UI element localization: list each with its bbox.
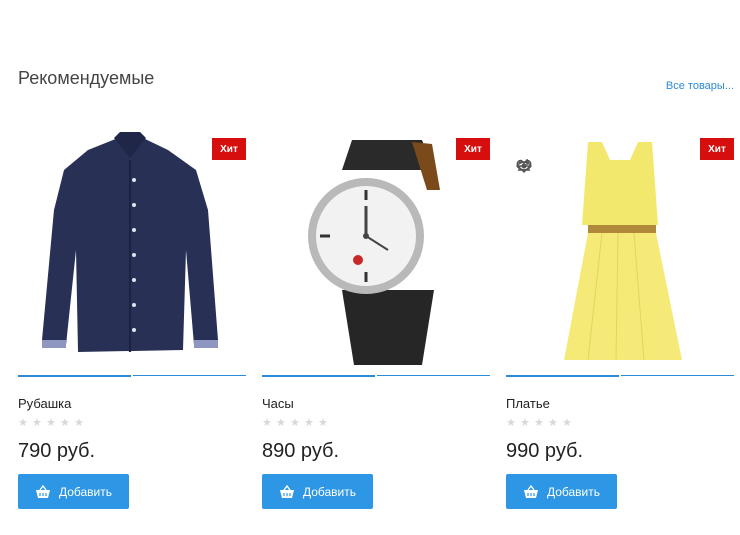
pager-segment[interactable]: [506, 375, 619, 377]
product-card-shirt[interactable]: Хит Рубашка ★ ★ ★ ★ ★ 790 руб. Добавить: [18, 130, 246, 520]
add-to-cart-button[interactable]: Добавить: [506, 474, 617, 509]
add-to-cart-label: Добавить: [546, 484, 601, 499]
all-products-link[interactable]: Все товары...: [666, 80, 734, 92]
star-icon: ★: [74, 417, 84, 429]
rating-stars: ★ ★ ★ ★ ★: [18, 418, 85, 429]
add-to-cart-button[interactable]: Добавить: [262, 474, 373, 509]
star-icon: ★: [548, 417, 558, 429]
star-icon: ★: [262, 417, 272, 429]
product-name[interactable]: Рубашка: [18, 396, 71, 411]
star-icon: ★: [276, 417, 286, 429]
star-icon: ★: [506, 417, 516, 429]
watch-image: [308, 140, 440, 365]
product-price: 790 руб.: [18, 440, 96, 462]
product-card-dress[interactable]: Хит Платье ★ ★ ★ ★ ★ 990 руб. Добавить: [506, 130, 734, 520]
pager-segment[interactable]: [377, 375, 490, 376]
add-to-cart-label: Добавить: [58, 484, 113, 499]
image-pager[interactable]: [506, 375, 734, 377]
product-image-dress[interactable]: Хит: [506, 130, 734, 370]
product-name[interactable]: Часы: [262, 396, 294, 411]
dress-image: [564, 142, 682, 361]
product-price: 990 руб.: [506, 440, 584, 462]
star-icon: ★: [60, 417, 70, 429]
hit-badge: Хит: [700, 138, 734, 160]
product-image-shirt[interactable]: Хит: [18, 130, 246, 370]
hit-badge: Хит: [212, 138, 246, 160]
shirt-image: [42, 132, 218, 352]
star-icon: ★: [520, 417, 530, 429]
star-icon: ★: [534, 417, 544, 429]
product-image-watch[interactable]: Хит: [262, 130, 490, 370]
basket-icon: [279, 484, 294, 498]
section-title: Рекомендуемые: [18, 68, 155, 88]
star-icon: ★: [46, 417, 56, 429]
basket-icon: [35, 484, 50, 498]
add-to-cart-label: Добавить: [302, 484, 357, 499]
hit-badge: Хит: [456, 138, 490, 160]
eye-icon[interactable]: [516, 158, 532, 174]
pager-segment[interactable]: [133, 375, 246, 376]
image-pager[interactable]: [18, 375, 246, 377]
star-icon: ★: [32, 417, 42, 429]
star-icon: ★: [562, 417, 572, 429]
image-pager[interactable]: [262, 375, 490, 377]
add-to-cart-button[interactable]: Добавить: [18, 474, 129, 509]
product-name[interactable]: Платье: [506, 396, 550, 411]
product-price: 890 руб.: [262, 440, 340, 462]
basket-icon: [523, 484, 538, 498]
star-icon: ★: [318, 417, 328, 429]
star-icon: ★: [304, 417, 314, 429]
star-icon: ★: [290, 417, 300, 429]
product-card-watch[interactable]: Хит Часы ★ ★ ★ ★ ★ 890 руб. Добавить: [262, 130, 490, 520]
star-icon: ★: [18, 417, 28, 429]
pager-segment[interactable]: [262, 375, 375, 377]
rating-stars: ★ ★ ★ ★ ★: [506, 418, 573, 429]
pager-segment[interactable]: [621, 375, 734, 376]
rating-stars: ★ ★ ★ ★ ★: [262, 418, 329, 429]
pager-segment[interactable]: [18, 375, 131, 377]
